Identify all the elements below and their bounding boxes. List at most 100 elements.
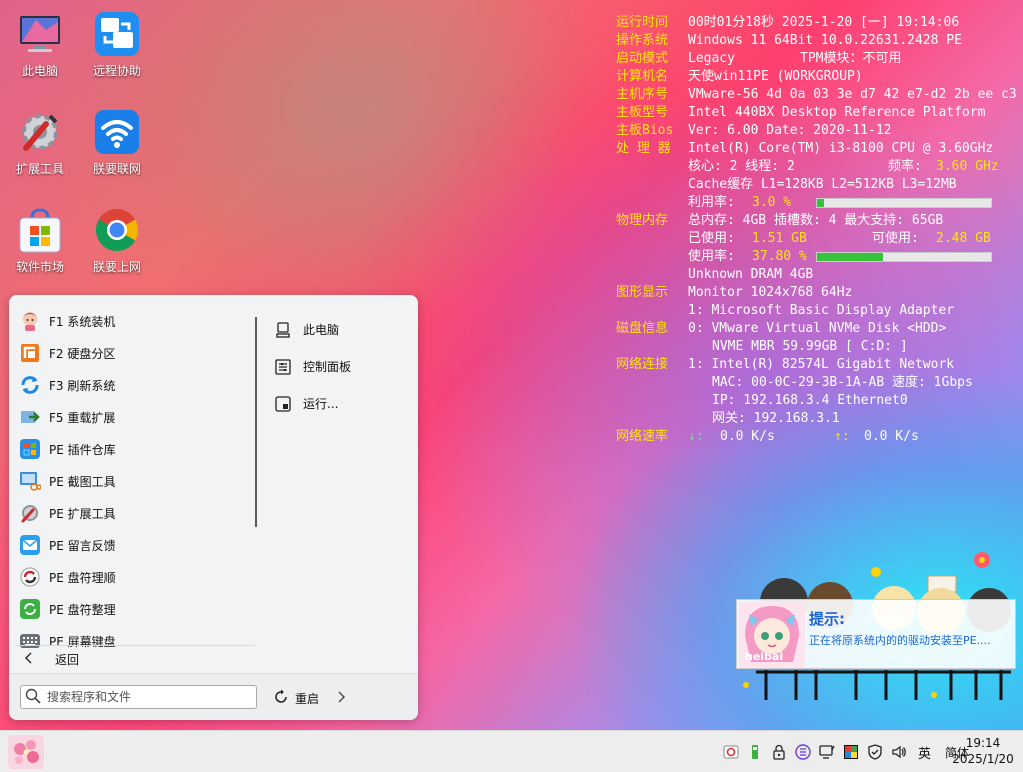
menu-item-drive-organize[interactable]: PE 盘符整理 — [9, 593, 254, 625]
info-row-computer: 计算机名 天使win11PE (WORKGROUP) — [616, 68, 1023, 86]
memory-avail-value: 2.48 GB — [936, 231, 991, 246]
cpu-freq: 3.60 GHz — [936, 159, 999, 174]
menu-item-screenshot-tool[interactable]: PE 截图工具 — [9, 465, 254, 497]
info-value: 天使win11PE (WORKGROUP) — [688, 69, 863, 84]
tpm-status: TPM模块：不可用 — [800, 51, 902, 66]
info-value: Intel 440BX Desktop Reference Platform — [688, 105, 986, 120]
start-button[interactable] — [6, 733, 46, 771]
menu-item-label: PE 盘符理顺 — [49, 570, 116, 585]
quick-link-this-pc[interactable]: 此电脑 — [269, 311, 409, 348]
notification-toast[interactable]: heibai 提示: 正在将原系统内的的驱动安装至PE.... — [736, 599, 1016, 669]
anime-avatar-icon — [19, 310, 41, 332]
desktop-icon-remote-assist[interactable]: 远程协助 — [79, 10, 155, 79]
drive-organize-icon — [19, 598, 41, 620]
start-menu-scrollbar[interactable] — [255, 317, 257, 527]
desktop-icon-extension-tools[interactable]: 扩展工具 — [2, 108, 78, 177]
memory-used-label: 已使用: — [688, 231, 735, 246]
remote-assist-icon — [93, 10, 141, 58]
info-row-boot: 启动模式 Legacy TPM模块：不可用 — [616, 50, 1023, 68]
quick-link-label: 控制面板 — [303, 360, 352, 374]
quick-link-control-panel[interactable]: 控制面板 — [269, 348, 409, 385]
search-box[interactable] — [20, 685, 257, 709]
chevron-right-icon[interactable] — [337, 691, 346, 706]
desktop-icon-browser[interactable]: 朕要上网 — [79, 206, 155, 275]
menu-item-plugin-store[interactable]: PE 插件仓库 — [9, 433, 254, 465]
info-row-uptime: 运行时间 00时01分18秒 2025-1-20 [一] 19:14:06 — [616, 14, 1023, 32]
menu-item-label: F5 重载扩展 — [49, 410, 116, 425]
volume-icon[interactable] — [890, 743, 908, 761]
restart-icon — [273, 689, 289, 708]
accessibility-icon[interactable] — [794, 743, 812, 761]
store-icon — [16, 206, 64, 254]
start-menu-program-list: F1 系统装机 F2 硬盘分区 F3 刷新系统 F5 重载扩展 PE 插件仓库 … — [9, 305, 254, 657]
menu-item-label: PE 插件仓库 — [49, 442, 116, 457]
screenshot-icon — [19, 470, 42, 492]
shield-icon[interactable] — [866, 743, 884, 761]
language-indicator[interactable]: 英 — [918, 743, 931, 762]
cpu-cores: 核心: 2 线程: 2 — [688, 159, 795, 174]
memory-avail-label: 可使用: — [872, 231, 919, 246]
menu-item-refresh-system[interactable]: F3 刷新系统 — [9, 369, 254, 401]
quick-link-label: 此电脑 — [303, 323, 340, 337]
start-menu-footer: 重启 — [9, 673, 418, 720]
start-menu-quick-links: 此电脑 控制面板 运行... — [269, 311, 409, 422]
back-button-label: 返回 — [55, 652, 80, 667]
memory-usage-label: 使用率: — [688, 249, 735, 264]
menu-item-label: PE 盘符整理 — [49, 602, 116, 617]
toast-logo-text: heibai — [745, 650, 784, 663]
quick-link-label: 运行... — [303, 397, 339, 411]
refresh-icon — [19, 374, 41, 396]
info-row-disk: 磁盘信息 0: VMware Virtual NVMe Disk <HDD> — [616, 320, 1023, 338]
menu-item-extension-tools[interactable]: PE 扩展工具 — [9, 497, 254, 529]
menu-item-disk-partition[interactable]: F2 硬盘分区 — [9, 337, 254, 369]
restart-button[interactable]: 重启 — [273, 687, 346, 709]
info-row-disk-detail: NVME MBR 59.99GB [ C:D: ] — [616, 338, 1023, 356]
info-row-net: 网络连接 1: Intel(R) 82574L Gigabit Network — [616, 356, 1023, 374]
lock-screen-icon[interactable] — [770, 743, 788, 761]
quick-link-run[interactable]: 运行... — [269, 385, 409, 422]
disk-model: 0: VMware Virtual NVMe Disk <HDD> — [688, 321, 947, 336]
cpu-usage-fill — [817, 199, 824, 207]
cpu-freq-label: 频率: — [888, 159, 922, 174]
info-key: 网络连接 — [616, 357, 669, 372]
usb-drive-icon[interactable] — [746, 743, 764, 761]
info-row-cpu-cores: 核心: 2 线程: 2 频率: 3.60 GHz — [616, 158, 1023, 176]
info-row-cache: Cache缓存 L1=128KB L2=512KB L3=12MB — [616, 176, 1023, 194]
net-gateway: 网关: 192.168.3.1 — [712, 411, 840, 426]
info-key: 主板型号 — [616, 105, 669, 120]
security-app-icon[interactable] — [722, 743, 740, 761]
info-key: 处 理 器 — [616, 141, 671, 156]
info-value: Ver: 6.00 Date: 2020-11-12 — [688, 123, 892, 138]
display-settings-icon[interactable] — [818, 743, 836, 761]
info-row-memory-usage: 使用率: 37.80 % — [616, 248, 1023, 266]
start-menu-separator — [15, 645, 255, 646]
desktop-icon-this-pc[interactable]: 此电脑 — [2, 10, 78, 79]
back-button[interactable]: 返回 — [19, 647, 79, 671]
info-row-serial: 主机序号 VMware-56 4d 0a 03 3e d7 42 e7-d2 2… — [616, 86, 1023, 104]
menu-item-drive-order[interactable]: PE 盘符理顺 — [9, 561, 254, 593]
info-row-memory: 物理内存 总内存: 4GB 插槽数: 4 最大支持: 65GB — [616, 212, 1023, 230]
info-row-bios: 主板Bios Ver: 6.00 Date: 2020-11-12 — [616, 122, 1023, 140]
desktop-icon-network[interactable]: 朕要联网 — [79, 108, 155, 177]
cpu-usage-value: 3.0 % — [752, 195, 792, 210]
extension-tools-icon — [19, 502, 41, 524]
cpu-cache: Cache缓存 L1=128KB L2=512KB L3=12MB — [688, 177, 957, 192]
color-palette-icon[interactable] — [842, 743, 860, 761]
info-value: Legacy — [688, 51, 735, 66]
menu-item-reload-extension[interactable]: F5 重载扩展 — [9, 401, 254, 433]
taskbar: 英 简体 19:14 2025/1/20 — [0, 730, 1023, 772]
search-input[interactable] — [47, 690, 247, 704]
menu-item-feedback[interactable]: PE 留言反馈 — [9, 529, 254, 561]
memory-used-value: 1.51 GB — [752, 231, 807, 246]
toast-message: 正在将原系统内的的驱动安装至PE.... — [809, 634, 991, 647]
cpu-model: Intel(R) Core(TM) i3-8100 CPU @ 3.60GHz — [688, 141, 994, 156]
anime-mascot-icon: heibai — [739, 602, 805, 668]
taskbar-clock[interactable]: 19:14 2025/1/20 — [948, 735, 1018, 767]
info-row-gpu: 图形显示 Monitor 1024x768 64Hz — [616, 284, 1023, 302]
desktop-icon-software-store[interactable]: 软件市场 — [2, 206, 78, 275]
info-row-os: 操作系统 Windows 11 64Bit 10.0.22631.2428 PE — [616, 32, 1023, 50]
menu-item-label: F2 硬盘分区 — [49, 346, 116, 361]
menu-item-install-system[interactable]: F1 系统装机 — [9, 305, 254, 337]
info-key: 启动模式 — [616, 51, 669, 66]
desktop-icon-label: 软件市场 — [15, 260, 64, 274]
